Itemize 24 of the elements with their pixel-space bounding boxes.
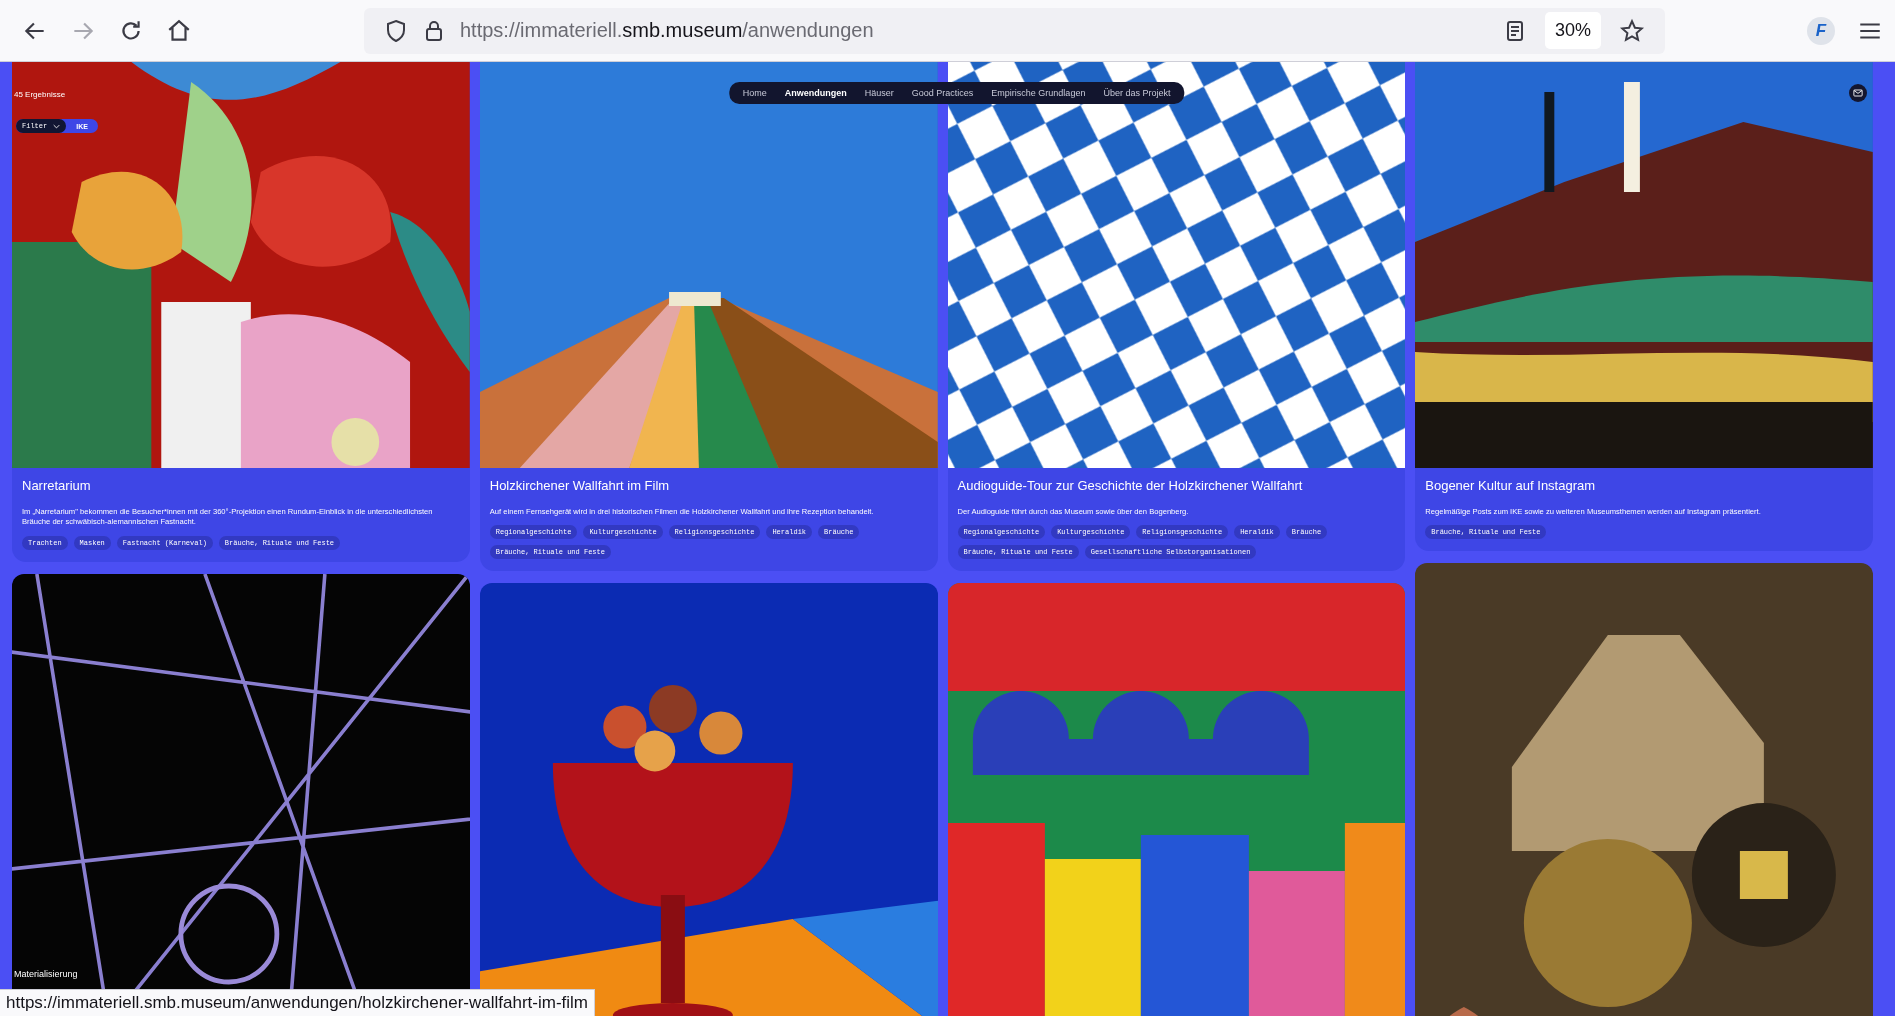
card-title[interactable]: Narretarium xyxy=(22,478,460,493)
extension-button[interactable]: F xyxy=(1807,16,1835,45)
nav-link[interactable]: Empirische Grundlagen xyxy=(991,88,1086,98)
address-bar[interactable]: https://immateriell.smb.museum/anwendungen 30% xyxy=(364,7,1665,54)
nav-link[interactable]: Über das Projekt xyxy=(1103,88,1171,98)
zoom-button[interactable]: 30% xyxy=(1544,12,1601,49)
card-caption: Materialisierung xyxy=(14,968,78,979)
card-title[interactable]: Audioguide-Tour zur Geschichte der Holzkirchener Wallfahrt xyxy=(957,478,1396,493)
chevron-down-icon xyxy=(53,123,61,129)
results-count: 45 Ergebnisse xyxy=(14,90,66,99)
nav-link[interactable]: Anwendungen xyxy=(784,88,847,98)
card-title[interactable]: Bogener Kultur auf Instagram xyxy=(1425,478,1863,493)
mail-icon[interactable] xyxy=(1849,84,1867,102)
shield-icon[interactable] xyxy=(384,18,408,43)
card-background[interactable] xyxy=(12,62,470,562)
home-icon[interactable] xyxy=(166,17,192,44)
card-background[interactable] xyxy=(479,62,938,572)
status-url: https://immateriell.smb.museum/anwendungen/holzkirchener-wallfahrt-im-film xyxy=(0,989,595,1016)
card-title[interactable]: Holzkirchener Wallfahrt im Film xyxy=(489,478,928,493)
nav-link[interactable]: Good Practices xyxy=(911,88,974,98)
nav-link[interactable]: Home xyxy=(742,88,767,98)
bookmark-star-icon[interactable] xyxy=(1619,17,1645,44)
url-text: https://immateriell.smb.museum/anwendungen xyxy=(460,19,874,42)
nav-link[interactable]: Häuser xyxy=(864,88,894,98)
